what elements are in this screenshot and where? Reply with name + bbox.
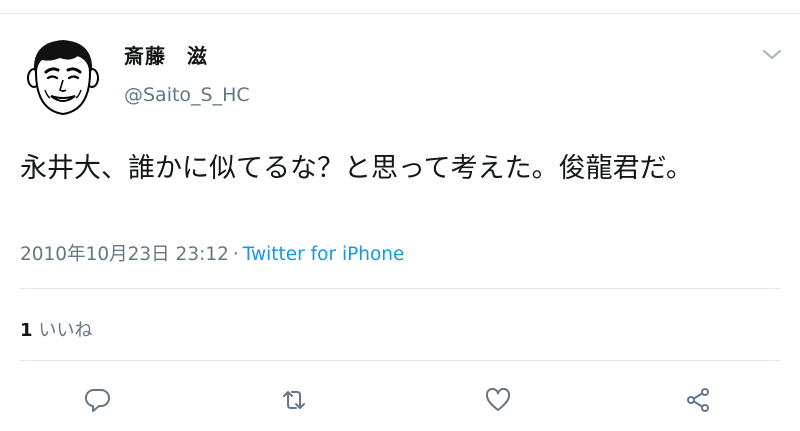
- like-stats[interactable]: 1 いいね: [20, 316, 93, 342]
- divider: [20, 360, 780, 361]
- timestamp[interactable]: 2010年10月23日 23:12: [20, 244, 229, 265]
- tweet-text: 永井大、誰かに似てるな？と思って考えた。俊龍君だ。: [20, 153, 693, 184]
- heart-icon[interactable]: [480, 382, 516, 418]
- top-divider: [0, 13, 800, 14]
- divider: [20, 288, 780, 289]
- avatar[interactable]: [20, 32, 106, 118]
- avatar-illustration: [20, 32, 106, 118]
- share-icon[interactable]: [680, 382, 716, 418]
- reply-icon[interactable]: [80, 382, 116, 418]
- tweet-meta: 2010年10月23日 23:12 · Twitter for iPhone: [20, 240, 404, 266]
- retweet-icon[interactable]: [276, 382, 312, 418]
- meta-separator: ·: [232, 244, 239, 265]
- user-handle[interactable]: @Saito_S_HC: [124, 84, 250, 106]
- chevron-down-icon[interactable]: [760, 46, 784, 64]
- display-name[interactable]: 斎藤 滋: [124, 40, 208, 69]
- source-link[interactable]: Twitter for iPhone: [243, 244, 405, 265]
- like-label: いいね: [38, 320, 93, 341]
- like-count: 1: [20, 320, 33, 341]
